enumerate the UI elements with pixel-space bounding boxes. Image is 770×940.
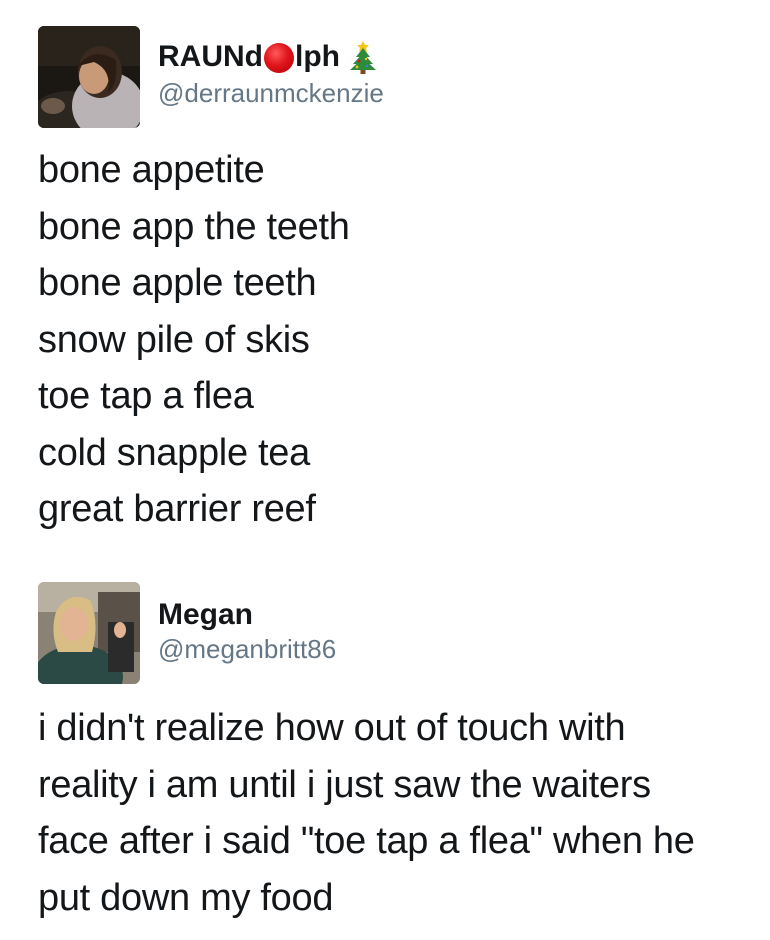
tweet-line: bone app the teeth: [38, 205, 350, 248]
tweet-line: snow pile of skis: [38, 318, 310, 361]
avatar-photo: [38, 582, 140, 684]
red-circle-icon: [264, 43, 294, 73]
tweet-text: i didn't realize how out of touch with r…: [38, 700, 748, 926]
display-name-text: Megan: [158, 598, 254, 631]
avatar[interactable]: [38, 26, 140, 128]
user-handle[interactable]: @derraunmckenzie: [158, 78, 384, 108]
tweet-line: cold snapple tea: [38, 431, 310, 474]
tweet-line: great barrier reef: [38, 488, 316, 530]
display-name[interactable]: RAUNd lph: [158, 40, 378, 74]
tweet-line: bone apple teeth: [38, 262, 317, 304]
tweet-line: toe tap a flea: [38, 375, 254, 417]
display-name[interactable]: Megan: [158, 598, 253, 632]
display-name-part-2: lph: [295, 40, 340, 73]
tweet-line: reality i am until i just saw the waiter…: [38, 763, 651, 806]
user-handle[interactable]: @meganbritt86: [158, 634, 336, 664]
tweet-line: put down my food: [38, 876, 334, 919]
avatar-photo: [38, 26, 140, 128]
tweet-line: bone appetite: [38, 149, 265, 191]
avatar[interactable]: [38, 582, 140, 684]
tweet-text: bone appetite bone app the teeth bone ap…: [38, 142, 748, 538]
display-name-part-1: RAUNd: [158, 40, 263, 73]
tweet-line: i didn't realize how out of touch with: [38, 707, 626, 749]
tweet-line: face after i said "toe tap a flea" when …: [38, 820, 695, 862]
christmas-tree-icon: [348, 40, 378, 74]
